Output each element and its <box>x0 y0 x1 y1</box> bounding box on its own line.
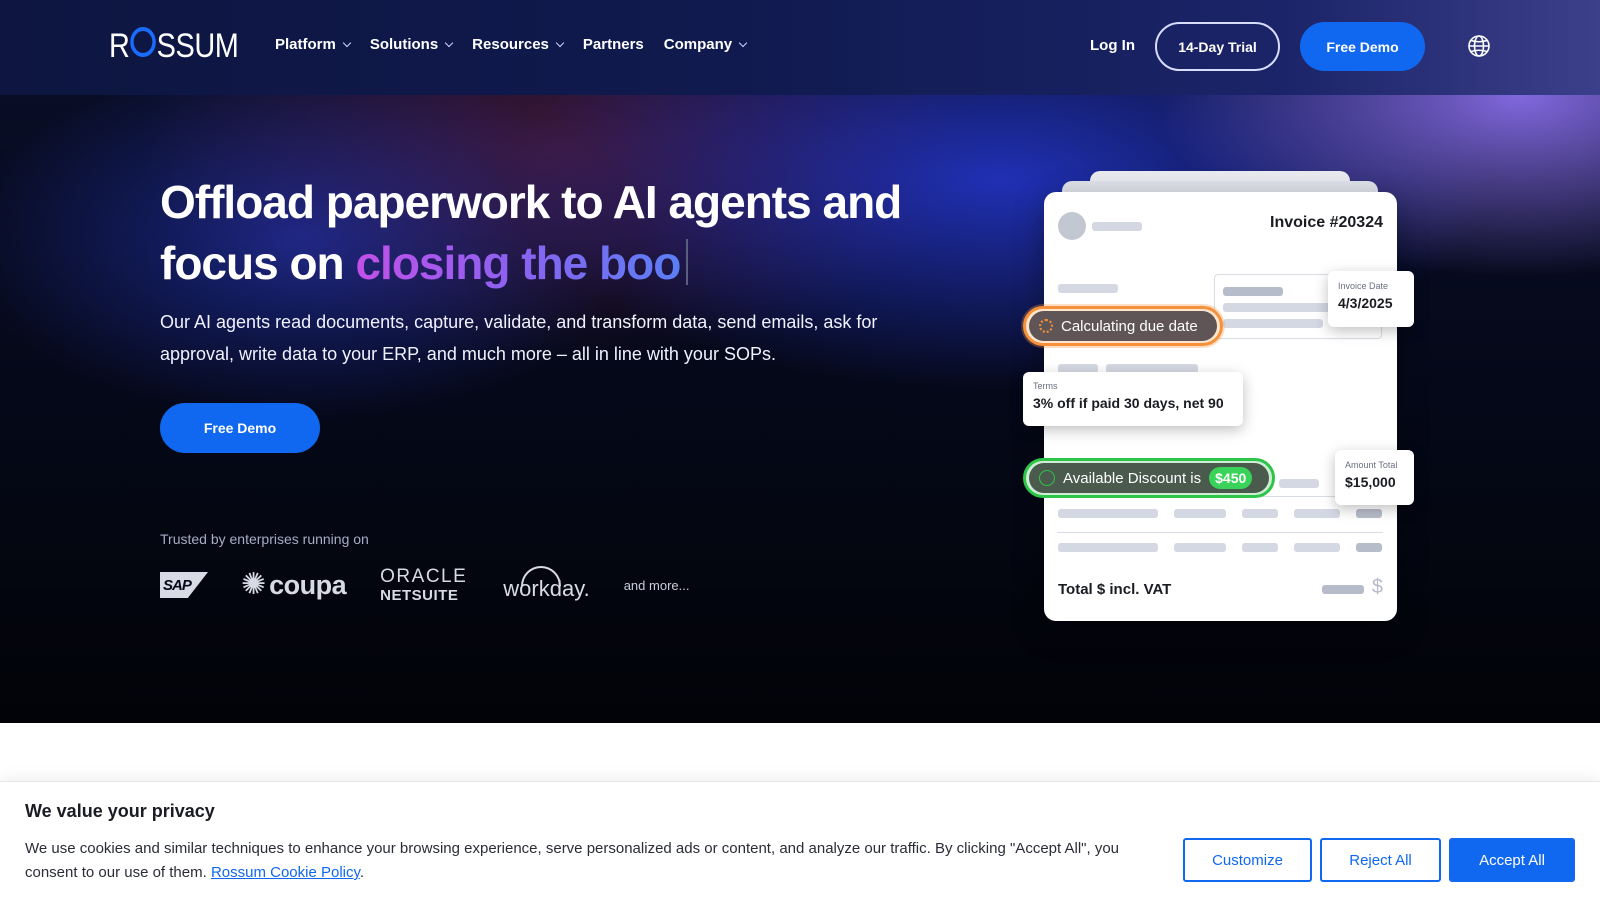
rossum-logo[interactable]: R SSUM <box>109 26 261 65</box>
oracle-netsuite-logo: ORACLE NETSUITE <box>380 567 467 603</box>
placeholder-bar <box>1279 479 1319 488</box>
cookie-title: We value your privacy <box>25 801 215 821</box>
placeholder-bar <box>1174 509 1226 518</box>
discount-amount-badge: $450 <box>1209 467 1253 489</box>
customize-button[interactable]: Customize <box>1183 838 1312 882</box>
free-demo-nav-button[interactable]: Free Demo <box>1300 22 1425 71</box>
sap-logo-text: SAP <box>163 576 192 594</box>
pill-text: Available Discount is <box>1063 469 1202 487</box>
hero-section: R SSUM Platform Solutions Resources Partn… <box>0 0 1600 723</box>
globe-icon[interactable] <box>1467 34 1491 58</box>
sap-logo: SAP <box>160 572 208 598</box>
placeholder-bar <box>1058 543 1158 552</box>
trial-button[interactable]: 14-Day Trial <box>1155 22 1280 71</box>
placeholder-bar <box>1294 543 1340 552</box>
free-demo-hero-button[interactable]: Free Demo <box>160 403 320 453</box>
nav-item-resources[interactable]: Resources <box>472 36 565 53</box>
nav-item-label: Solutions <box>369 36 439 53</box>
logo-ring-icon <box>130 26 156 57</box>
nav-item-platform[interactable]: Platform <box>275 36 352 53</box>
coupa-logo: ✺ coupa <box>241 568 347 601</box>
tooltip-value: $15,000 <box>1345 474 1396 490</box>
trusted-label: Trusted by enterprises running on <box>160 531 369 547</box>
cookie-banner: We value your privacy We use cookies and… <box>0 781 1600 900</box>
table-divider <box>1057 532 1383 533</box>
and-more-text: and more... <box>623 577 690 593</box>
total-label: Total $ incl. VAT <box>1058 581 1172 598</box>
available-discount-pill: Available Discount is $450 <box>1023 458 1275 498</box>
cookie-text: We use cookies and similar techniques to… <box>25 837 1140 885</box>
nav-item-label: Platform <box>275 36 336 53</box>
partner-logos: SAP ✺ coupa ORACLE NETSUITE workday. and… <box>160 565 689 605</box>
cookie-policy-link[interactable]: Rossum Cookie Policy <box>211 864 360 881</box>
pill-inner: Calculating due date <box>1029 311 1217 341</box>
calculating-due-date-pill: Calculating due date <box>1023 306 1223 346</box>
chevron-down-icon <box>342 38 352 47</box>
placeholder-bar <box>1058 284 1118 293</box>
typing-caret <box>686 239 689 285</box>
chevron-down-icon <box>444 38 454 47</box>
nav-item-partners[interactable]: Partners <box>583 36 644 53</box>
coupa-star-icon: ✺ <box>241 568 267 601</box>
tooltip-value: 3% off if paid 30 days, net 90 <box>1033 395 1224 411</box>
cookie-period: . <box>359 864 365 881</box>
nav-item-label: Company <box>663 36 733 53</box>
dollar-icon: $ <box>1371 576 1383 598</box>
nav-item-label: Resources <box>472 36 549 53</box>
placeholder-bar <box>1058 509 1158 518</box>
nav-links: Platform Solutions Resources Partners Co… <box>275 36 748 53</box>
placeholder-bar <box>1242 509 1278 518</box>
headline-line-2: focus on closing the boo <box>160 233 980 294</box>
vendor-avatar <box>1058 212 1086 240</box>
placeholder-bar <box>1356 509 1382 518</box>
amount-total-tooltip: Amount Total $15,000 <box>1335 450 1414 505</box>
tooltip-label: Terms <box>1033 381 1058 391</box>
terms-tooltip: Terms 3% off if paid 30 days, net 90 <box>1023 372 1243 426</box>
workday-logo: workday. <box>503 566 590 602</box>
hero-headline: Offload paperwork to AI agents and focus… <box>160 172 980 294</box>
chevron-down-icon <box>555 38 565 47</box>
oracle-logo-text: ORACLE <box>380 566 468 587</box>
headline-plain-text: focus on <box>160 237 356 289</box>
placeholder-bar <box>1223 287 1283 296</box>
tooltip-value: 4/3/2025 <box>1338 295 1393 311</box>
invoice-number: Invoice #20324 <box>1270 214 1383 231</box>
accept-all-button[interactable]: Accept All <box>1449 838 1575 882</box>
placeholder-bar <box>1223 319 1323 328</box>
spinner-icon <box>1039 319 1053 333</box>
headline-gradient-text: closing the boo <box>355 237 681 289</box>
tooltip-label: Amount Total <box>1345 460 1398 470</box>
hero-subtext: Our AI agents read documents, capture, v… <box>160 312 878 364</box>
placeholder-bar <box>1356 543 1382 552</box>
placeholder-bar <box>1223 303 1333 312</box>
nav-item-company[interactable]: Company <box>663 36 748 53</box>
chevron-down-icon <box>738 38 748 47</box>
placeholder-bar <box>1322 585 1364 594</box>
top-navigation: R SSUM Platform Solutions Resources Partn… <box>0 0 1600 95</box>
nav-item-label: Partners <box>582 36 644 53</box>
netsuite-logo-text: NETSUITE <box>380 587 459 604</box>
placeholder-bar <box>1242 543 1278 552</box>
invoice-date-tooltip: Invoice Date 4/3/2025 <box>1328 271 1414 327</box>
placeholder-bar <box>1092 222 1142 231</box>
cookie-body-text: We use cookies and similar techniques to… <box>25 840 1120 881</box>
tooltip-label: Invoice Date <box>1338 281 1389 291</box>
placeholder-bar <box>1174 543 1226 552</box>
workday-arc-icon <box>521 566 562 586</box>
reject-all-button[interactable]: Reject All <box>1320 838 1441 882</box>
pill-text: Calculating due date <box>1061 317 1198 335</box>
pill-inner: Available Discount is $450 <box>1029 463 1269 493</box>
placeholder-bar <box>1294 509 1340 518</box>
logo-text: R SSUM <box>109 26 239 65</box>
headline-line-1: Offload paperwork to AI agents and <box>160 176 902 228</box>
nav-item-solutions[interactable]: Solutions <box>369 36 454 53</box>
login-link[interactable]: Log In <box>1090 37 1135 54</box>
check-circle-icon <box>1039 470 1055 486</box>
coupa-logo-text: coupa <box>269 569 347 600</box>
